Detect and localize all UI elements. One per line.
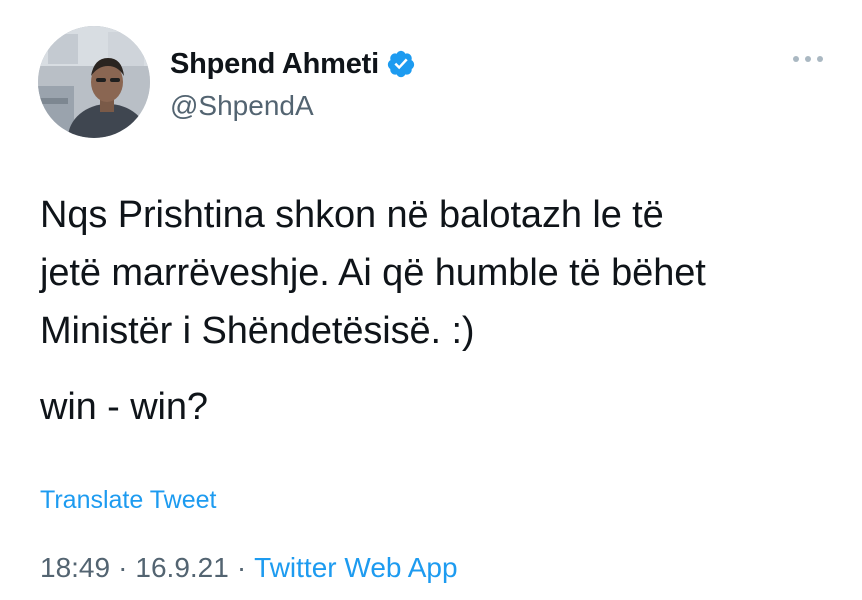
tweet-card: Shpend Ahmeti @ShpendA Nqs Prishtina shk… xyxy=(0,0,862,600)
display-name[interactable]: Shpend Ahmeti xyxy=(170,48,379,81)
tweet-meta: 18:49 · 16.9.21 · Twitter Web App xyxy=(40,552,458,584)
tweet-header: Shpend Ahmeti @ShpendA xyxy=(38,26,828,138)
tweet-line: Nqs Prishtina shkon në balotazh le të xyxy=(40,194,664,236)
tweet-source-link[interactable]: Twitter Web App xyxy=(254,552,457,584)
meta-separator: · xyxy=(236,552,247,583)
verified-badge-icon xyxy=(386,49,416,79)
name-row: Shpend Ahmeti xyxy=(170,46,416,82)
more-horizontal-icon[interactable] xyxy=(788,52,828,64)
tweet-text: Nqs Prishtina shkon në balotazh le të je… xyxy=(40,186,830,436)
tweet-line: jetë marrëveshje. Ai që humble të bëhet xyxy=(40,252,706,294)
tweet-date[interactable]: 16.9.21 xyxy=(135,552,228,584)
profile-photo-icon xyxy=(38,26,150,138)
handle[interactable]: @ShpendA xyxy=(170,90,314,122)
avatar[interactable] xyxy=(38,26,150,138)
translate-tweet-link[interactable]: Translate Tweet xyxy=(40,486,216,515)
tweet-paragraph: win - win? xyxy=(40,386,208,428)
tweet-paragraph: Nqs Prishtina shkon në balotazh le të je… xyxy=(40,186,830,360)
tweet-line: Ministër i Shëndetësisë. :) xyxy=(40,310,475,352)
meta-separator: · xyxy=(118,552,128,583)
tweet-time[interactable]: 18:49 xyxy=(40,552,110,584)
